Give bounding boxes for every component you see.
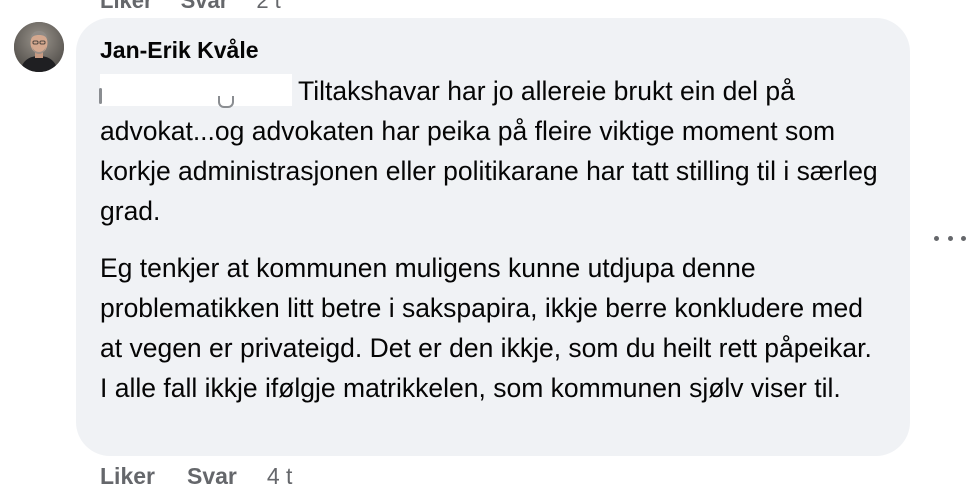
- profile-photo-icon: [14, 22, 64, 72]
- comment-actions: Liker Svar 4 t: [100, 462, 292, 490]
- comment-bubble: Jan-Erik Kvåle Tiltakshavar har jo aller…: [76, 18, 910, 456]
- more-options-icon-dot: [947, 235, 953, 241]
- comment-paragraph-1: Tiltakshavar har jo allereie brukt ein d…: [99, 71, 886, 231]
- comment-paragraph-2: Eg tenkjer at kommunen muligens kunne ut…: [100, 253, 872, 403]
- more-options-icon-dot: [961, 235, 966, 241]
- comment-thread: Liker Svar 2 t Jan-Erik Kvåle Tiltakshav…: [0, 0, 978, 496]
- more-options-button[interactable]: [934, 226, 966, 250]
- reply-button[interactable]: Svar: [187, 462, 237, 490]
- redacted-mention: [99, 74, 292, 108]
- previous-like-button[interactable]: Liker: [100, 0, 153, 14]
- comment-author[interactable]: Jan-Erik Kvåle: [100, 36, 886, 64]
- previous-reply-button[interactable]: Svar: [181, 0, 229, 14]
- previous-comment-actions: Liker Svar 2 t: [100, 0, 281, 14]
- more-options-icon: [934, 235, 939, 241]
- avatar[interactable]: [14, 22, 64, 72]
- like-button[interactable]: Liker: [100, 462, 155, 490]
- comment-timestamp[interactable]: 4 t: [267, 462, 293, 490]
- previous-timestamp[interactable]: 2 t: [256, 0, 280, 14]
